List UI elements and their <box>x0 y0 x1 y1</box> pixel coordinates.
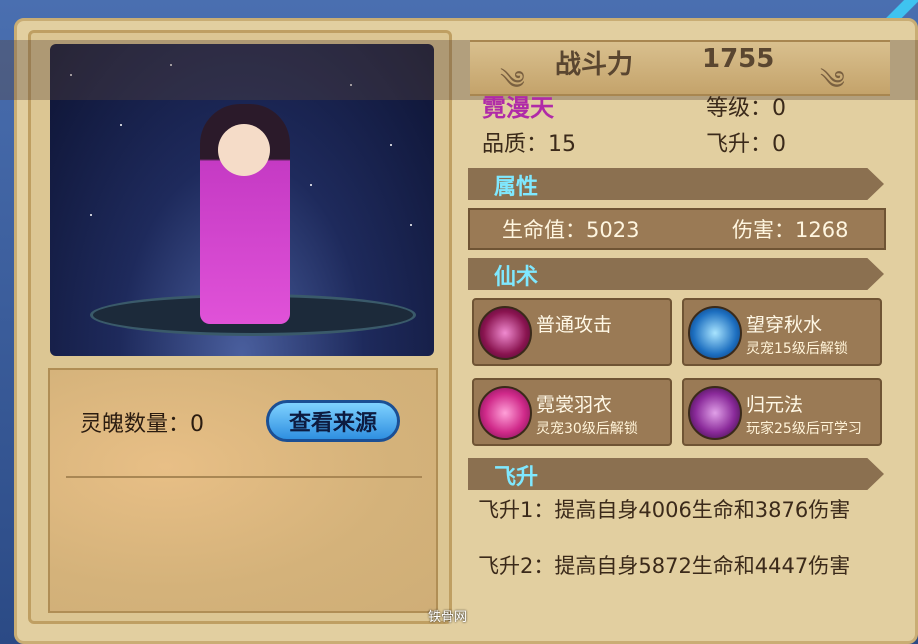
skill-card[interactable]: 归元法 玩家25级后可学习 <box>682 378 882 446</box>
pet-name: 霓漫天 <box>482 94 554 122</box>
skill-unlock-note: 灵宠15级后解锁 <box>746 341 848 357</box>
section-skills-label: 仙术 <box>494 265 539 290</box>
skill-card[interactable]: 霓裳羽衣 灵宠30级后解锁 <box>472 378 672 446</box>
power-value: 1755 <box>702 44 775 74</box>
dmg-stat: 伤害：1268 <box>732 214 848 244</box>
section-ascension: 飞升 <box>468 458 884 490</box>
ascension-line: 飞升1：提高自身4006生命和3876伤害 <box>478 498 851 522</box>
soul-count: 灵魄数量：0 <box>80 406 204 438</box>
ascend-value: 0 <box>772 132 787 157</box>
character-face <box>218 124 270 176</box>
slash-icon <box>478 306 532 360</box>
skill-name: 归元法 <box>746 394 804 416</box>
skill-unlock-note: 灵宠30级后解锁 <box>536 421 638 437</box>
hp-value: 5023 <box>586 218 640 242</box>
hp-label: 生命值： <box>502 218 586 242</box>
attribute-box: 生命值：5023 伤害：1268 <box>468 208 886 250</box>
ascend-stat: 飞升：0 <box>706 126 786 158</box>
skill-name: 望穿秋水 <box>746 314 823 336</box>
skill-card[interactable]: 望穿秋水 灵宠15级后解锁 <box>682 298 882 366</box>
swirl-icon <box>478 386 532 440</box>
dmg-label: 伤害： <box>732 218 795 242</box>
quality-label: 品质： <box>482 132 549 157</box>
section-ascension-label: 飞升 <box>494 465 539 490</box>
section-attributes: 属性 <box>468 168 884 200</box>
hp-stat: 生命值：5023 <box>502 214 639 244</box>
section-skills: 仙术 <box>468 258 884 290</box>
level-label: 等级： <box>706 96 773 121</box>
quality-value: 15 <box>548 132 577 157</box>
ascend-label: 飞升： <box>706 132 773 157</box>
level-value: 0 <box>772 96 787 121</box>
level-stat: 等级：0 <box>706 90 786 122</box>
skill-unlock-note: 玩家25级后可学习 <box>746 421 862 437</box>
quality-stat: 品质：15 <box>482 126 576 158</box>
figure-icon <box>688 386 742 440</box>
ascension-line: 飞升2：提高自身5872生命和4447伤害 <box>478 554 851 578</box>
view-source-button[interactable]: 查看来源 <box>266 400 400 442</box>
skill-name: 普通攻击 <box>536 314 613 336</box>
watermark: 铁骨网 <box>428 610 468 625</box>
soul-count-label: 灵魄数量： <box>80 412 191 437</box>
soul-count-value: 0 <box>190 412 205 437</box>
dmg-value: 1268 <box>795 218 849 242</box>
power-label: 战斗力 <box>555 50 634 80</box>
water-icon <box>688 306 742 360</box>
section-attributes-label: 属性 <box>494 175 539 200</box>
skill-card[interactable]: 普通攻击 <box>472 298 672 366</box>
swirl-ornament-icon: ༄ <box>820 66 845 96</box>
divider <box>66 476 422 478</box>
skill-name: 霓裳羽衣 <box>536 394 613 416</box>
